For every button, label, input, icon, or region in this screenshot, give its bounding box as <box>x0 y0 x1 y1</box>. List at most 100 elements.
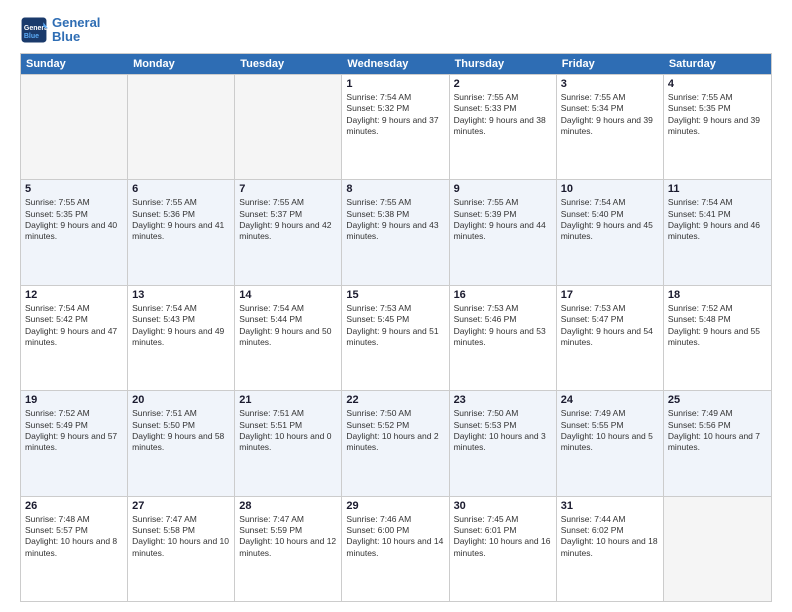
logo: General Blue General Blue <box>20 16 100 45</box>
daylight-text: Daylight: 9 hours and 38 minutes. <box>454 115 552 138</box>
sunrise-text: Sunrise: 7:47 AM <box>132 514 230 525</box>
day-cell-21: 21 Sunrise: 7:51 AMSunset: 5:51 PMDayligh… <box>235 391 342 495</box>
sunset-text: Sunset: 5:41 PM <box>668 209 767 220</box>
daylight-text: Daylight: 9 hours and 43 minutes. <box>346 220 444 243</box>
week-row-2: 5Sunrise: 7:55 AMSunset: 5:35 PMDaylight… <box>21 179 771 284</box>
day-number: 14 <box>239 289 337 301</box>
day-number: 3 <box>561 78 659 90</box>
sunrise-text: Sunrise: 7:52 AM <box>25 408 123 419</box>
sunset-text: Sunset: 6:00 PM <box>346 525 444 536</box>
sunset-text: Sunset: 5:58 PM <box>132 525 230 536</box>
header-day-tuesday: Tuesday <box>235 54 342 74</box>
day-cell-29: 29Sunrise: 7:46 AMSunset: 6:00 PMDayligh… <box>342 497 449 601</box>
calendar-header: SundayMondayTuesdayWednesdayThursdayFrid… <box>21 54 771 74</box>
sunset-text: Sunset: 5:53 PM <box>454 420 552 431</box>
day-cell-5: 5Sunrise: 7:55 AMSunset: 5:35 PMDaylight… <box>21 180 128 284</box>
day-number: 11 <box>668 183 767 195</box>
sunset-text: Sunset: 5:36 PM <box>132 209 230 220</box>
day-number: 18 <box>668 289 767 301</box>
header-day-thursday: Thursday <box>450 54 557 74</box>
daylight-text: Daylight: 9 hours and 50 minutes. <box>239 326 337 349</box>
sunrise-text: Sunrise: 7:54 AM <box>239 303 337 314</box>
sunset-text: Sunset: 5:35 PM <box>25 209 123 220</box>
day-number: 31 <box>561 500 659 512</box>
day-cell-30: 30Sunrise: 7:45 AMSunset: 6:01 PMDayligh… <box>450 497 557 601</box>
sunset-text: Sunset: 5:37 PM <box>239 209 337 220</box>
daylight-text: Daylight: 9 hours and 46 minutes. <box>668 220 767 243</box>
daylight-text: Daylight: 10 hours and 16 minutes. <box>454 536 552 559</box>
sunrise-text: Sunrise: 7:55 AM <box>132 197 230 208</box>
day-cell-31: 31Sunrise: 7:44 AMSunset: 6:02 PMDayligh… <box>557 497 664 601</box>
empty-cell <box>128 75 235 179</box>
daylight-text: Daylight: 9 hours and 40 minutes. <box>25 220 123 243</box>
sunset-text: Sunset: 5:43 PM <box>132 314 230 325</box>
week-row-4: 19Sunrise: 7:52 AMSunset: 5:49 PMDayligh… <box>21 390 771 495</box>
day-cell-19: 19Sunrise: 7:52 AMSunset: 5:49 PMDayligh… <box>21 391 128 495</box>
day-cell-6: 6Sunrise: 7:55 AMSunset: 5:36 PMDaylight… <box>128 180 235 284</box>
sunrise-text: Sunrise: 7:54 AM <box>561 197 659 208</box>
sunset-text: Sunset: 5:34 PM <box>561 103 659 114</box>
day-cell-17: 17Sunrise: 7:53 AMSunset: 5:47 PMDayligh… <box>557 286 664 390</box>
sunset-text: Sunset: 5:38 PM <box>346 209 444 220</box>
sunset-text: Sunset: 5:39 PM <box>454 209 552 220</box>
sunset-text: Sunset: 5:49 PM <box>25 420 123 431</box>
day-number: 17 <box>561 289 659 301</box>
day-cell-25: 25Sunrise: 7:49 AMSunset: 5:56 PMDayligh… <box>664 391 771 495</box>
sunrise-text: Sunrise: 7:47 AM <box>239 514 337 525</box>
day-number: 25 <box>668 394 767 406</box>
sunrise-text: Sunrise: 7:51 AM <box>239 408 337 419</box>
day-number: 27 <box>132 500 230 512</box>
header-day-sunday: Sunday <box>21 54 128 74</box>
day-number: 2 <box>454 78 552 90</box>
daylight-text: Daylight: 10 hours and 5 minutes. <box>561 431 659 454</box>
daylight-text: Daylight: 10 hours and 10 minutes. <box>132 536 230 559</box>
daylight-text: Daylight: 9 hours and 51 minutes. <box>346 326 444 349</box>
sunrise-text: Sunrise: 7:49 AM <box>668 408 767 419</box>
sunrise-text: Sunrise: 7:45 AM <box>454 514 552 525</box>
sunrise-text: Sunrise: 7:53 AM <box>454 303 552 314</box>
day-number: 29 <box>346 500 444 512</box>
day-cell-13: 13Sunrise: 7:54 AMSunset: 5:43 PMDayligh… <box>128 286 235 390</box>
sunset-text: Sunset: 5:47 PM <box>561 314 659 325</box>
daylight-text: Daylight: 9 hours and 54 minutes. <box>561 326 659 349</box>
calendar-body: 1Sunrise: 7:54 AMSunset: 5:32 PMDaylight… <box>21 74 771 601</box>
day-number: 1 <box>346 78 444 90</box>
header-day-monday: Monday <box>128 54 235 74</box>
daylight-text: Daylight: 10 hours and 0 minutes. <box>239 431 337 454</box>
day-number: 7 <box>239 183 337 195</box>
day-cell-27: 27 Sunrise: 7:47 AMSunset: 5:58 PMDayligh… <box>128 497 235 601</box>
day-cell-15: 15Sunrise: 7:53 AMSunset: 5:45 PMDayligh… <box>342 286 449 390</box>
sunset-text: Sunset: 5:59 PM <box>239 525 337 536</box>
day-cell-26: 26Sunrise: 7:48 AMSunset: 5:57 PMDayligh… <box>21 497 128 601</box>
daylight-text: Daylight: 10 hours and 18 minutes. <box>561 536 659 559</box>
sunrise-text: Sunrise: 7:50 AM <box>454 408 552 419</box>
sunset-text: Sunset: 5:42 PM <box>25 314 123 325</box>
daylight-text: Daylight: 10 hours and 12 minutes. <box>239 536 337 559</box>
empty-cell <box>664 497 771 601</box>
day-number: 5 <box>25 183 123 195</box>
daylight-text: Daylight: 9 hours and 45 minutes. <box>561 220 659 243</box>
sunrise-text: Sunrise: 7:51 AM <box>132 408 230 419</box>
sunset-text: Sunset: 6:02 PM <box>561 525 659 536</box>
day-cell-10: 10Sunrise: 7:54 AMSunset: 5:40 PMDayligh… <box>557 180 664 284</box>
sunset-text: Sunset: 5:51 PM <box>239 420 337 431</box>
empty-cell <box>21 75 128 179</box>
day-cell-18: 18Sunrise: 7:52 AMSunset: 5:48 PMDayligh… <box>664 286 771 390</box>
sunrise-text: Sunrise: 7:55 AM <box>454 197 552 208</box>
day-number: 20 <box>132 394 230 406</box>
daylight-text: Daylight: 9 hours and 57 minutes. <box>25 431 123 454</box>
day-cell-11: 11Sunrise: 7:54 AMSunset: 5:41 PMDayligh… <box>664 180 771 284</box>
daylight-text: Daylight: 10 hours and 14 minutes. <box>346 536 444 559</box>
calendar: SundayMondayTuesdayWednesdayThursdayFrid… <box>20 53 772 602</box>
sunset-text: Sunset: 5:35 PM <box>668 103 767 114</box>
day-number: 6 <box>132 183 230 195</box>
week-row-1: 1Sunrise: 7:54 AMSunset: 5:32 PMDaylight… <box>21 74 771 179</box>
day-number: 26 <box>25 500 123 512</box>
day-cell-4: 4Sunrise: 7:55 AMSunset: 5:35 PMDaylight… <box>664 75 771 179</box>
day-number: 28 <box>239 500 337 512</box>
sunrise-text: Sunrise: 7:50 AM <box>346 408 444 419</box>
sunrise-text: Sunrise: 7:55 AM <box>454 92 552 103</box>
day-number: 21 <box>239 394 337 406</box>
day-number: 9 <box>454 183 552 195</box>
day-number: 24 <box>561 394 659 406</box>
